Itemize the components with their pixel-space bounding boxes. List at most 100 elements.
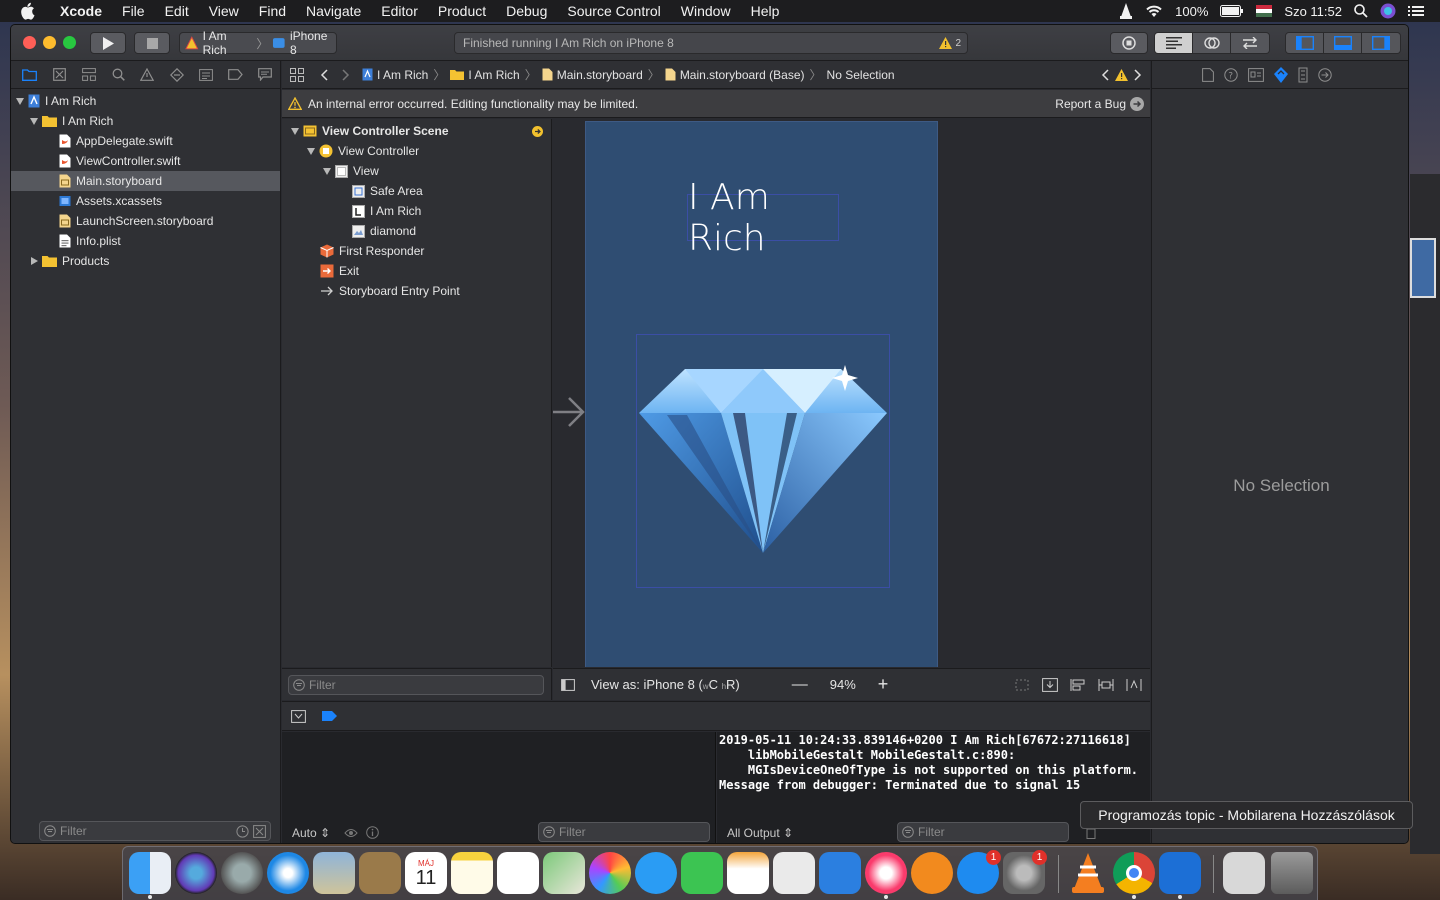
issue-navigator-tab[interactable] <box>133 61 162 89</box>
info-icon[interactable] <box>366 826 379 839</box>
menu-find[interactable]: Find <box>249 3 296 19</box>
contacts-icon[interactable] <box>359 852 401 894</box>
preview-icon[interactable] <box>313 852 355 894</box>
resolve-issues-icon[interactable] <box>1126 678 1142 692</box>
books-icon[interactable] <box>911 852 953 894</box>
version-editor-button[interactable] <box>1231 33 1269 53</box>
related-items-grid-icon[interactable] <box>290 67 304 82</box>
run-button[interactable] <box>90 32 126 54</box>
close-window-button[interactable] <box>23 36 36 49</box>
disclosure-closed-icon[interactable] <box>29 256 39 266</box>
quick-help-icon[interactable]: ? <box>1224 67 1238 82</box>
menu-edit[interactable]: Edit <box>155 3 199 19</box>
siri-dock-icon[interactable] <box>175 852 217 894</box>
breadcrumb-group[interactable]: I Am Rich <box>450 68 520 82</box>
debug-navigator-tab[interactable] <box>192 61 221 89</box>
facetime-icon[interactable] <box>681 852 723 894</box>
disclosure-open-icon[interactable] <box>290 126 300 136</box>
next-issue-chevron-icon[interactable] <box>1134 68 1142 81</box>
back-chevron-icon[interactable] <box>320 68 328 81</box>
library-button[interactable] <box>1110 32 1148 54</box>
notes-icon[interactable] <box>451 852 493 894</box>
trash-dock-icon[interactable] <box>1271 852 1313 894</box>
breadcrumb-file[interactable]: Main.storyboard <box>542 68 643 82</box>
language-flag-icon[interactable] <box>1256 5 1273 17</box>
scm-filter-icon[interactable] <box>253 824 266 838</box>
storyboard-entry-arrow-icon[interactable] <box>553 395 585 429</box>
menubar-clock[interactable]: Szo 11:52 <box>1284 4 1342 19</box>
test-navigator-tab[interactable] <box>162 61 191 89</box>
previous-issue-chevron-icon[interactable] <box>1101 68 1109 81</box>
menu-editor[interactable]: Editor <box>371 3 428 19</box>
vlc-icon[interactable] <box>1067 852 1109 894</box>
tree-row-project[interactable]: I Am Rich <box>11 91 280 111</box>
breakpoints-toggle-icon[interactable] <box>322 711 337 721</box>
scheme-selector[interactable]: I Am Rich 〉 iPhone 8 <box>179 29 337 57</box>
auto-variables-select[interactable]: Auto ⇕ <box>292 826 330 840</box>
outline-view-controller-row[interactable]: View Controller <box>282 141 551 161</box>
attributes-inspector-icon[interactable] <box>1274 66 1288 83</box>
forward-chevron-icon[interactable] <box>342 68 350 81</box>
diamond-image-view[interactable] <box>636 334 890 588</box>
tree-row-group[interactable]: I Am Rich <box>11 111 280 131</box>
navigator-filter-input[interactable]: Filter <box>39 821 271 841</box>
numbers-icon[interactable] <box>773 852 815 894</box>
breadcrumb-selection[interactable]: No Selection <box>827 68 895 82</box>
zoom-out-button[interactable]: — <box>792 676 808 694</box>
source-control-navigator-tab[interactable] <box>44 61 73 89</box>
safari-icon[interactable] <box>267 852 309 894</box>
keynote-icon[interactable] <box>819 852 861 894</box>
zoom-level[interactable]: 94% <box>830 677 856 692</box>
find-navigator-tab[interactable] <box>103 61 132 89</box>
menu-view[interactable]: View <box>199 3 249 19</box>
report-navigator-tab[interactable] <box>251 61 280 89</box>
recent-files-clock-icon[interactable] <box>236 824 249 838</box>
finder-icon[interactable] <box>129 852 171 899</box>
messages-icon[interactable] <box>635 852 677 894</box>
toggle-outline-icon[interactable] <box>561 678 575 691</box>
size-inspector-icon[interactable] <box>1298 67 1308 83</box>
notification-center-icon[interactable] <box>1408 5 1424 17</box>
toggle-navigator-button[interactable] <box>1286 33 1324 53</box>
apple-icon[interactable] <box>18 2 36 20</box>
outline-first-responder-row[interactable]: First Responder <box>282 241 551 261</box>
minimized-window-icon[interactable] <box>1223 852 1265 894</box>
tree-row-file[interactable]: LaunchScreen.storyboard <box>11 211 280 231</box>
console-text[interactable]: 2019-05-11 10:24:33.839146+0200 I Am Ric… <box>717 732 1150 793</box>
disclosure-open-icon[interactable] <box>15 96 25 106</box>
toggle-inspector-button[interactable] <box>1362 33 1400 53</box>
battery-icon[interactable] <box>1220 5 1244 17</box>
output-filter-select[interactable]: All Output ⇕ <box>727 826 793 840</box>
tree-row-file[interactable]: ViewController.swift <box>11 151 280 171</box>
pages-icon[interactable] <box>727 852 769 894</box>
breadcrumb-project[interactable]: I Am Rich <box>362 68 428 82</box>
zoom-in-button[interactable]: + <box>878 674 889 695</box>
symbol-navigator-tab[interactable] <box>74 61 103 89</box>
connections-inspector-icon[interactable] <box>1318 67 1332 82</box>
tree-row-file[interactable]: Info.plist <box>11 231 280 251</box>
report-bug-button[interactable]: Report a Bug <box>1055 96 1144 111</box>
hide-debug-area-icon[interactable] <box>291 710 306 723</box>
toggle-debug-area-button[interactable] <box>1324 33 1362 53</box>
identity-inspector-icon[interactable] <box>1248 67 1264 82</box>
outline-filter-input[interactable]: Filter <box>288 675 544 695</box>
file-inspector-icon[interactable] <box>1202 67 1214 82</box>
reminders-icon[interactable] <box>497 852 539 894</box>
align-icon[interactable] <box>1070 678 1086 692</box>
vlc-status-icon[interactable] <box>1119 3 1133 19</box>
scene-warning-dot-icon[interactable] <box>532 125 543 137</box>
warning-icon[interactable] <box>1115 68 1128 81</box>
view-as-device-button[interactable]: View as: iPhone 8 (wC hR) <box>591 677 740 692</box>
xcode-icon[interactable] <box>1159 852 1201 899</box>
system-preferences-icon[interactable]: 1 <box>1003 850 1047 894</box>
outline-scene-row[interactable]: View Controller Scene <box>282 121 551 141</box>
view-controller-scene[interactable]: I Am Rich <box>585 121 938 667</box>
menu-debug[interactable]: Debug <box>496 3 557 19</box>
menu-file[interactable]: File <box>112 3 155 19</box>
disclosure-open-icon[interactable] <box>306 146 316 156</box>
project-navigator-tab[interactable] <box>15 61 44 89</box>
photos-icon[interactable] <box>589 852 631 894</box>
launchpad-icon[interactable] <box>221 852 263 894</box>
background-window[interactable] <box>1410 174 1440 854</box>
standard-editor-button[interactable] <box>1155 33 1193 53</box>
